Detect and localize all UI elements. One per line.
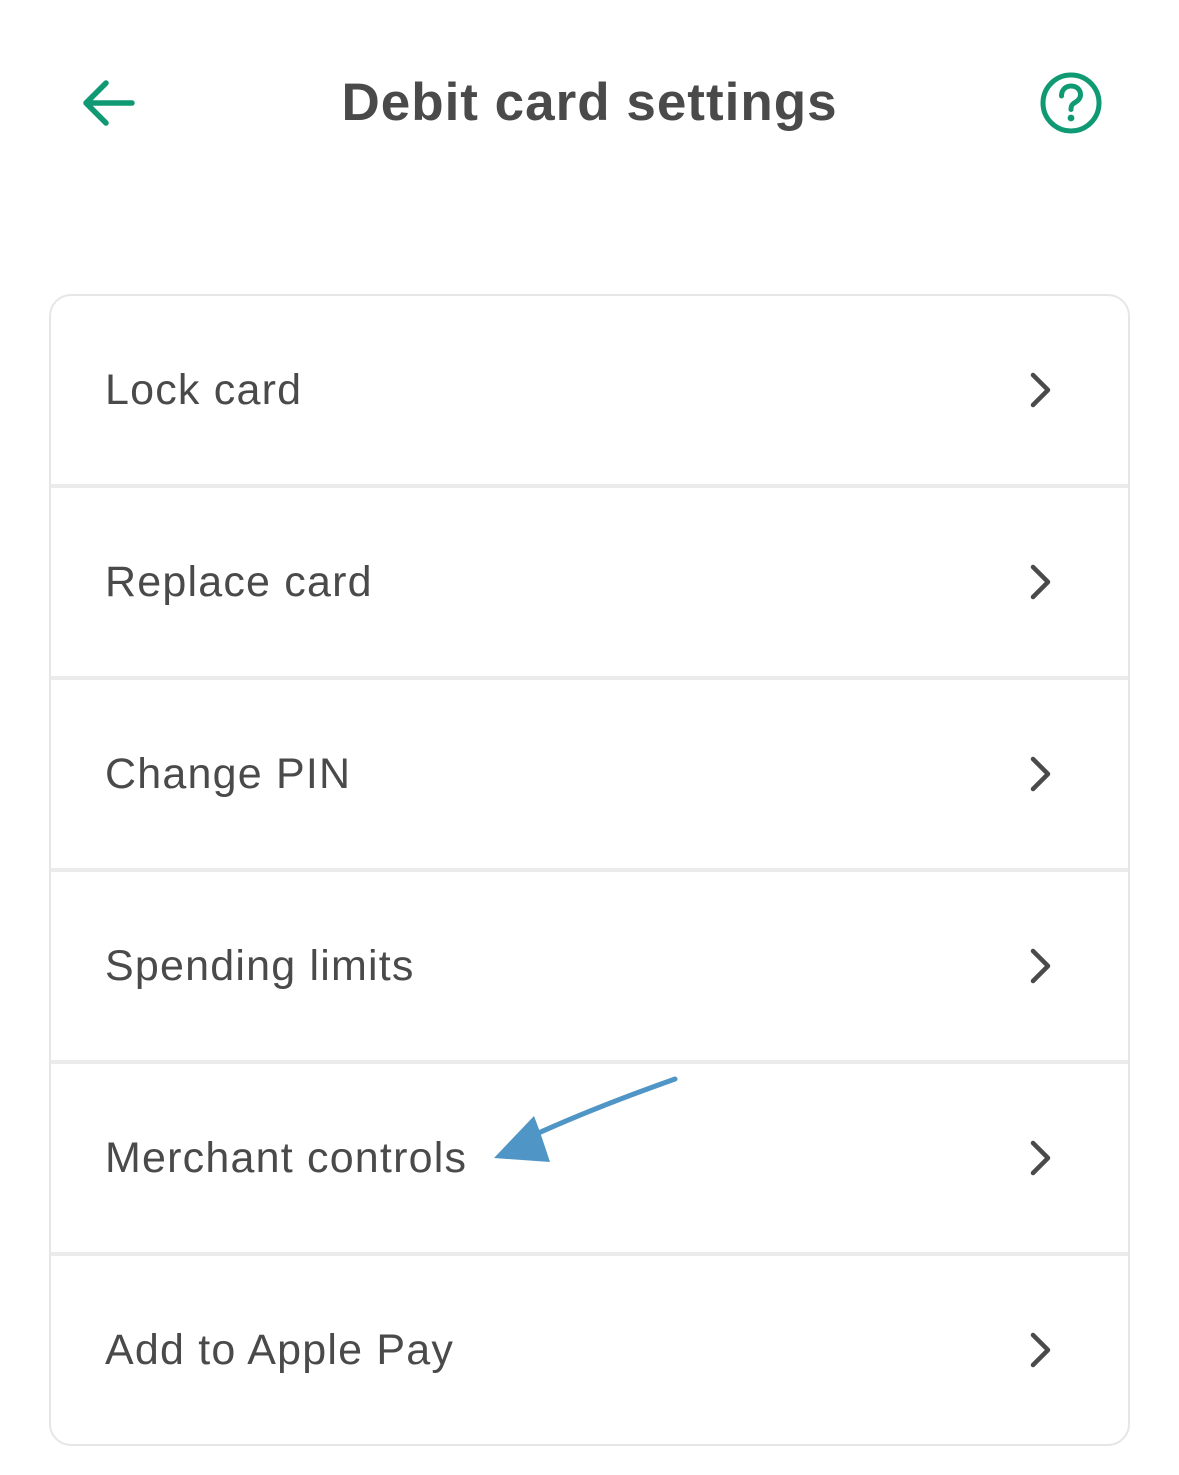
page-title: Debit card settings (341, 73, 838, 132)
help-button[interactable] (1036, 70, 1106, 136)
settings-list: Lock card Replace card Change PIN Spendi… (49, 294, 1130, 1446)
menu-item-label: Change PIN (105, 749, 352, 798)
chevron-right-icon (1026, 1138, 1056, 1178)
top-bar: Debit card settings (0, 0, 1179, 205)
chevron-right-icon (1026, 946, 1056, 986)
menu-item-lock-card[interactable]: Lock card (51, 296, 1128, 488)
menu-item-spending-limits[interactable]: Spending limits (51, 872, 1128, 1064)
menu-item-replace-card[interactable]: Replace card (51, 488, 1128, 680)
question-circle-icon (1040, 72, 1102, 134)
chevron-right-icon (1026, 1330, 1056, 1370)
chevron-right-icon (1026, 370, 1056, 410)
menu-item-merchant-controls[interactable]: Merchant controls (51, 1064, 1128, 1256)
chevron-right-icon (1026, 754, 1056, 794)
menu-item-label: Merchant controls (105, 1133, 468, 1182)
menu-item-label: Lock card (105, 365, 303, 414)
menu-item-label: Replace card (105, 557, 373, 606)
menu-item-label: Add to Apple Pay (105, 1325, 455, 1374)
menu-item-add-to-apple-pay[interactable]: Add to Apple Pay (51, 1256, 1128, 1444)
chevron-right-icon (1026, 562, 1056, 602)
menu-item-change-pin[interactable]: Change PIN (51, 680, 1128, 872)
menu-item-label: Spending limits (105, 941, 415, 990)
